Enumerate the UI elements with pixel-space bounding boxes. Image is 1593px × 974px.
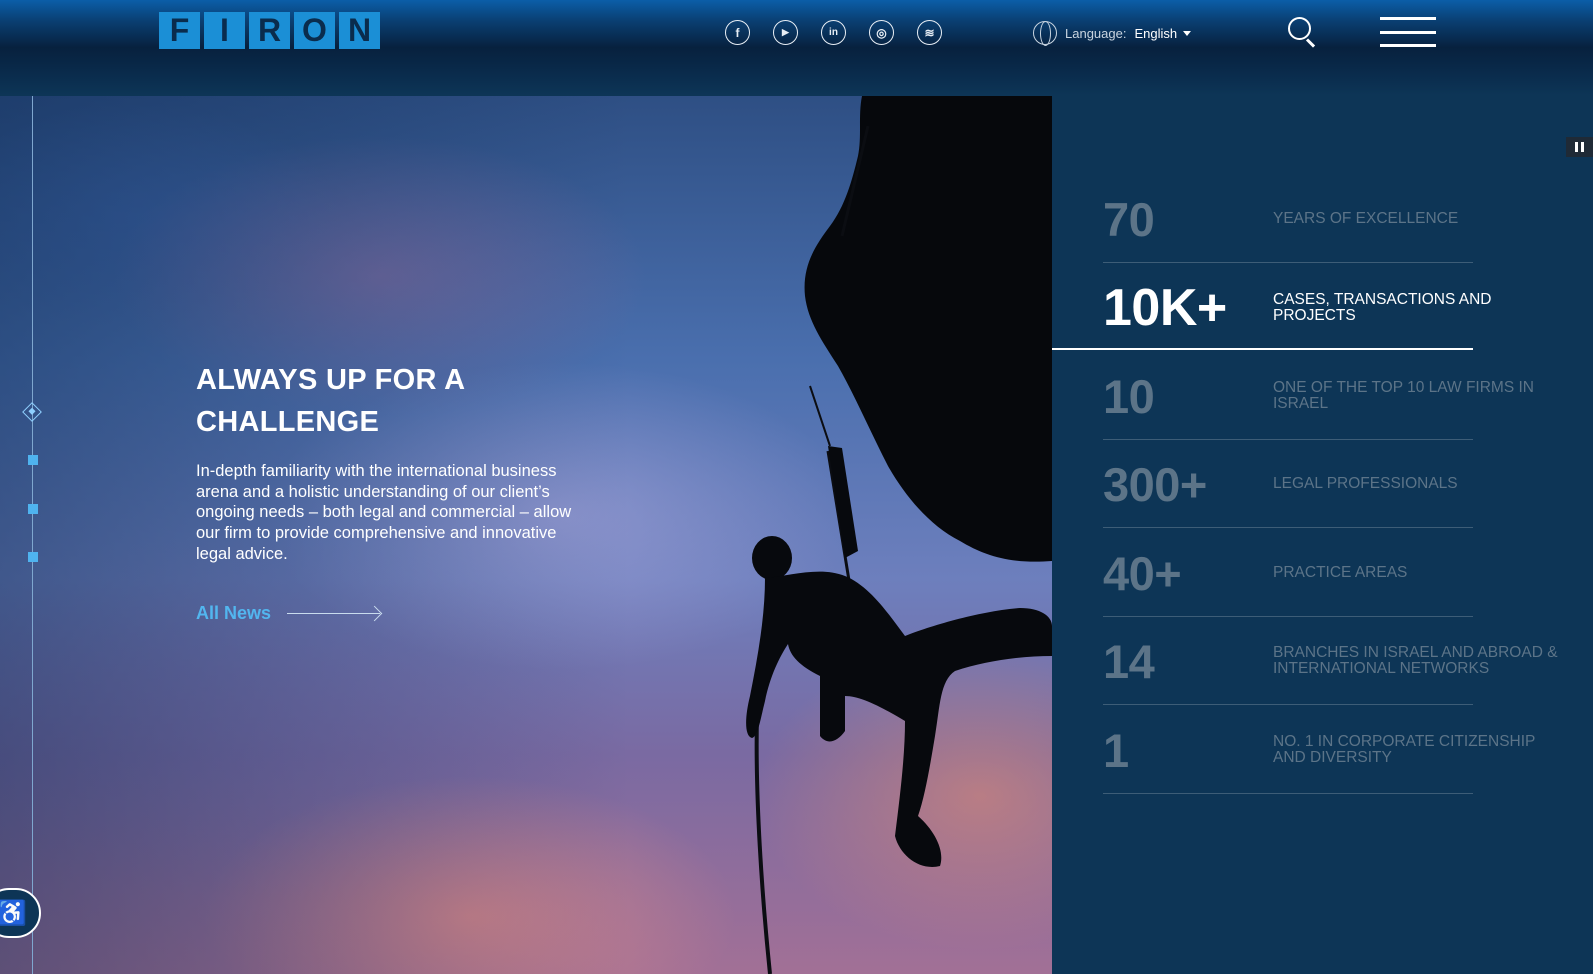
- stat-label: NO. 1 IN CORPORATE CITIZENSHIP AND DIVER…: [1273, 733, 1536, 766]
- stat-number: 40+: [1103, 546, 1182, 600]
- hero-image: ALWAYS UP FOR A CHALLENGE In-depth famil…: [0, 96, 1052, 974]
- progress-track: [32, 96, 33, 974]
- stat-number: 14: [1103, 634, 1155, 688]
- stat-label: LEGAL PROFESSIONALS: [1273, 475, 1458, 492]
- all-news-label[interactable]: All News: [196, 603, 271, 624]
- stat-number: 70: [1103, 192, 1155, 246]
- caret-down-icon: [1183, 30, 1192, 36]
- site-header: F I R O N f ▶ in ◎ ≋ Language: English: [0, 0, 1593, 95]
- language-label: Language:: [1065, 25, 1127, 41]
- stat-item[interactable]: 70 YEARS OF EXCELLENCE: [1103, 175, 1473, 263]
- slide-indicator[interactable]: [28, 455, 38, 465]
- logo-letter: O: [294, 12, 335, 49]
- slide-indicator[interactable]: [28, 504, 38, 514]
- stat-item[interactable]: 1 NO. 1 IN CORPORATE CITIZENSHIP AND DIV…: [1103, 706, 1535, 794]
- stat-item[interactable]: 300+ LEGAL PROFESSIONALS: [1103, 440, 1473, 528]
- active-stat-underline: [1052, 348, 1473, 350]
- accessibility-icon: ♿: [0, 899, 27, 927]
- firon-logo[interactable]: F I R O N: [159, 12, 380, 49]
- pause-button[interactable]: [1566, 137, 1593, 157]
- stat-number: 300+: [1103, 457, 1207, 511]
- stat-label: YEARS OF EXCELLENCE: [1273, 210, 1459, 227]
- instagram-icon[interactable]: ◎: [869, 20, 894, 45]
- stat-label: PRACTICE AREAS: [1273, 564, 1408, 581]
- stat-label: ONE OF THE TOP 10 LAW FIRMS IN ISRAEL: [1273, 379, 1534, 412]
- logo-letter: F: [159, 12, 200, 49]
- spotify-icon[interactable]: ≋: [917, 20, 942, 45]
- stat-label: CASES, TRANSACTIONS AND PROJECTS: [1273, 291, 1492, 324]
- stat-number: 10: [1103, 369, 1155, 423]
- logo-letter: I: [204, 12, 245, 49]
- globe-icon: [1033, 21, 1057, 46]
- all-news-link[interactable]: All News: [196, 603, 383, 624]
- stat-label: BRANCHES IN ISRAEL AND ABROAD & INTERNAT…: [1273, 644, 1558, 677]
- language-value[interactable]: English: [1134, 26, 1177, 41]
- stat-item[interactable]: 10 ONE OF THE TOP 10 LAW FIRMS IN ISRAEL: [1103, 352, 1534, 440]
- stat-number: 10K+: [1103, 279, 1227, 337]
- youtube-icon[interactable]: ▶: [773, 20, 798, 45]
- slide-indicator[interactable]: [28, 552, 38, 562]
- stat-item[interactable]: 14 BRANCHES IN ISRAEL AND ABROAD & INTER…: [1103, 617, 1558, 705]
- menu-icon[interactable]: [1380, 17, 1436, 47]
- hero-title: ALWAYS UP FOR A CHALLENGE: [196, 364, 465, 438]
- arrow-right-icon: [287, 607, 383, 621]
- social-links: f ▶ in ◎ ≋: [725, 20, 942, 45]
- logo-letter: N: [339, 12, 380, 49]
- linkedin-icon[interactable]: in: [821, 20, 846, 45]
- language-selector[interactable]: Language: English: [1033, 21, 1192, 46]
- facebook-icon[interactable]: f: [725, 20, 750, 45]
- stat-number: 1: [1103, 723, 1129, 777]
- hero-description: In-depth familiarity with the internatio…: [196, 462, 572, 563]
- search-icon[interactable]: [1288, 17, 1316, 49]
- stat-item[interactable]: 40+ PRACTICE AREAS: [1103, 529, 1473, 617]
- logo-letter: R: [249, 12, 290, 49]
- stat-item-active[interactable]: 10K+ CASES, TRANSACTIONS AND PROJECTS: [1103, 264, 1491, 352]
